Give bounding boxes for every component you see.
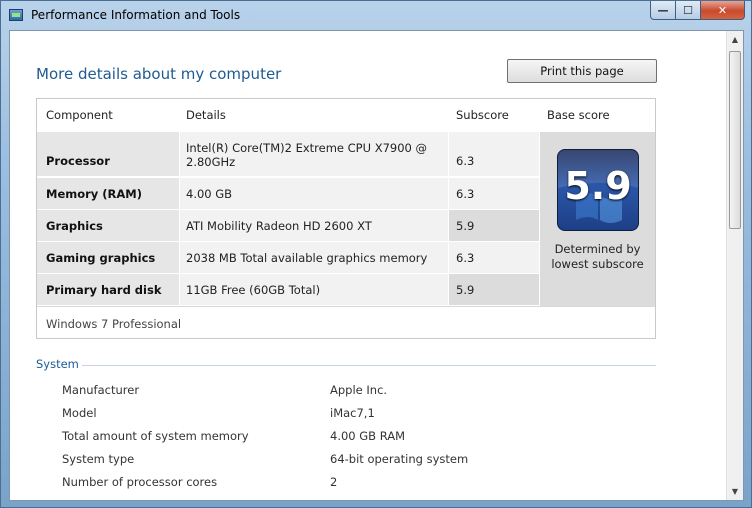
windows-edition: Windows 7 Professional bbox=[46, 317, 182, 331]
title-bar[interactable]: Performance Information and Tools — ☐ ✕ bbox=[1, 1, 751, 29]
close-button[interactable]: ✕ bbox=[701, 1, 745, 20]
component-details: 11GB Free (60GB Total) bbox=[180, 274, 448, 305]
component-name: Gaming graphics bbox=[37, 242, 179, 273]
system-info-label: Number of processor cores bbox=[62, 475, 218, 489]
system-info-label: Manufacturer bbox=[62, 383, 140, 397]
minimize-button[interactable]: — bbox=[650, 1, 676, 20]
maximize-button[interactable]: ☐ bbox=[676, 1, 701, 20]
vertical-scrollbar[interactable]: ▲ ▼ bbox=[726, 31, 743, 500]
component-subscore: 5.9 bbox=[449, 274, 539, 305]
system-info-value: 64-bit operating system bbox=[330, 452, 469, 466]
score-table: Component Details Subscore Base score Pr… bbox=[36, 98, 656, 339]
system-info-value: 2 bbox=[330, 475, 338, 489]
base-score-panel: 5.9 Determined by lowest subscore bbox=[540, 132, 655, 306]
component-subscore: 5.9 bbox=[449, 210, 539, 241]
component-name: Memory (RAM) bbox=[37, 178, 179, 209]
component-subscore: 6.3 bbox=[449, 132, 539, 176]
header-subscore: Subscore bbox=[456, 108, 509, 122]
base-score-value: 5.9 bbox=[564, 164, 632, 208]
system-info-label: Total amount of system memory bbox=[62, 429, 249, 443]
component-subscore: 6.3 bbox=[449, 242, 539, 273]
window: Performance Information and Tools — ☐ ✕ … bbox=[0, 0, 752, 508]
page-title: More details about my computer bbox=[36, 65, 282, 83]
system-info-value: 4.00 GB RAM bbox=[330, 429, 406, 443]
component-details: ATI Mobility Radeon HD 2600 XT bbox=[180, 210, 448, 241]
component-details: 2038 MB Total available graphics memory bbox=[180, 242, 448, 273]
content-area: More details about my computer Print thi… bbox=[9, 30, 744, 501]
system-section-title: System bbox=[36, 357, 79, 371]
system-info-row: Number of processor cores 2 bbox=[62, 475, 662, 495]
header-component: Component bbox=[46, 108, 113, 122]
header-details: Details bbox=[186, 108, 226, 122]
scrollbar-thumb[interactable] bbox=[729, 51, 741, 229]
system-info-label: System type bbox=[62, 452, 135, 466]
header-base-score: Base score bbox=[547, 108, 610, 122]
divider bbox=[37, 306, 655, 307]
window-title: Performance Information and Tools bbox=[31, 8, 241, 22]
component-subscore: 6.3 bbox=[449, 178, 539, 209]
component-name: Processor bbox=[37, 132, 179, 176]
system-info-value: iMac7,1 bbox=[330, 406, 375, 420]
scroll-down-arrow-icon[interactable]: ▼ bbox=[727, 483, 743, 500]
system-info-value: Apple Inc. bbox=[330, 383, 388, 397]
windows-experience-index-badge: 5.9 bbox=[557, 149, 639, 231]
print-page-button[interactable]: Print this page bbox=[507, 59, 657, 83]
component-details: 4.00 GB bbox=[180, 178, 448, 209]
component-name: Primary hard disk bbox=[37, 274, 179, 305]
system-info-row: Manufacturer Apple Inc. bbox=[62, 383, 662, 403]
caption-buttons: — ☐ ✕ bbox=[650, 1, 745, 21]
component-name: Graphics bbox=[37, 210, 179, 241]
system-info-row: Total amount of system memory 4.00 GB RA… bbox=[62, 429, 662, 449]
system-info-row: Model iMac7,1 bbox=[62, 406, 662, 426]
section-divider bbox=[82, 365, 656, 366]
base-score-note: Determined by lowest subscore bbox=[551, 242, 644, 271]
system-info-row: System type 64-bit operating system bbox=[62, 452, 662, 472]
scroll-up-arrow-icon[interactable]: ▲ bbox=[727, 31, 743, 48]
system-info-label: Model bbox=[62, 406, 97, 420]
component-details: Intel(R) Core(TM)2 Extreme CPU X7900 @ 2… bbox=[180, 132, 448, 176]
performance-tools-icon bbox=[9, 9, 23, 21]
